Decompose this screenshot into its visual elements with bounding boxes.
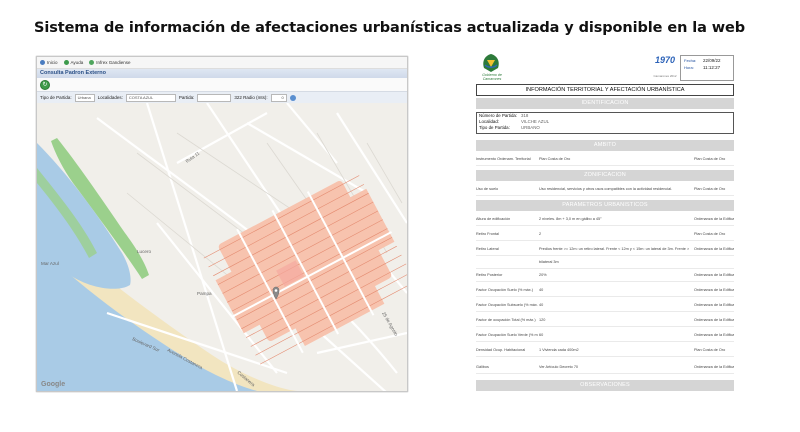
time-label: Hora: [684, 65, 694, 70]
row-source: Plan Costa de Oro [694, 157, 726, 161]
parametro-row: Densidad Ocup. Habitacional 1 Vivienda ca… [476, 345, 734, 357]
row-value: Ver Artículo Decreto 70 [539, 365, 579, 369]
row-label: Retiro Frontal [476, 232, 500, 236]
row-source: Plan Costa de Oro [694, 348, 726, 352]
row-label: Instrumento Ordenam. Territorial [476, 157, 531, 161]
parametro-row: Factor de ocupación Total (% máx.) 120 Ord… [476, 315, 734, 327]
row-label: Retiro Posterior [476, 273, 503, 277]
row-label: Gálibos [476, 365, 489, 369]
date-box: Fecha: 22/09/22 Hora: 11:12:27 [680, 55, 734, 81]
ident-label: Tipo de Partida: [479, 125, 510, 130]
row-source: Plan Costa de Oro [694, 187, 726, 191]
home-icon [40, 60, 45, 65]
row-value: 2 niveles. 8m + 3,0 m en gálibo a 45° [539, 217, 602, 221]
toolbar-home[interactable]: Inicio [40, 60, 58, 65]
identificacion-box: Número de Partida: 318 Localidad: VILCHE… [476, 112, 734, 134]
slide-title: Sistema de información de afectaciones u… [34, 20, 746, 36]
parametro-row: Altura de edificación 2 niveles. 8m + 3,0… [476, 214, 734, 226]
toolbar-help[interactable]: Ayuda [63, 60, 84, 65]
partida-input[interactable] [197, 93, 232, 102]
row-value: Predios frente >= 12m: un retiro lateral… [539, 247, 689, 251]
ident-value: URBANO [521, 125, 540, 130]
tipo-partida-select[interactable]: Urbana [74, 93, 95, 102]
parametro-row: Factor Ocupación Suelo Verde (% mín.) 60 O… [476, 330, 734, 342]
row-label: Uso de suelo [476, 187, 499, 191]
parametro-row: Factor Ocupación Suelo (% máx.) 40 Ordenan… [476, 285, 734, 297]
app-toolbar: Inicio Ayuda Infrex Gandiense [37, 57, 407, 69]
zoom-icon[interactable] [289, 94, 296, 101]
parametro-row: Gálibos Ver Artículo Decreto 70 Ordenanza … [476, 362, 734, 374]
row-source: Plan Costa de Oro [694, 232, 726, 236]
ambito-row: Instrumento Ordenam. Territorial Plan Co… [476, 154, 734, 166]
anniversary-logo: 1970 [654, 55, 676, 65]
date-label: Fecha: [684, 58, 697, 63]
map-application-window: Inicio Ayuda Infrex Gandiense Consulta P… [36, 56, 408, 392]
toolbar-help-label: Ayuda [70, 60, 84, 65]
row-label: Factor Ocupación Suelo (% máx.) [476, 288, 533, 292]
time-value: 11:12:27 [703, 65, 721, 70]
date-value: 22/09/22 [703, 58, 721, 63]
row-label: Retiro Lateral [476, 247, 499, 251]
street-label: Mar Azul [41, 261, 59, 266]
street-label: Lucero [137, 249, 151, 254]
row-value: 2 [539, 232, 542, 236]
partida-label: Partida: [178, 95, 195, 100]
section-ambito: AMBITO [476, 140, 734, 151]
section-parametros: PARAMETROS URBANISTICOS [476, 200, 734, 211]
localidades-select[interactable]: COSTA AZUL [125, 93, 176, 102]
row-label: Factor Ocupación Subsuelo (% máx.) [476, 303, 538, 307]
help-icon [63, 60, 69, 65]
row-value: 1 Vivienda cada 400m2 [539, 348, 579, 352]
row-label: Altura de edificación [476, 217, 511, 221]
radio-input[interactable]: 0 [270, 93, 287, 102]
row-value: Uso residencial, servicios y otros usos … [539, 187, 673, 191]
row-source: Ordenanza de la Edificac. [694, 365, 734, 369]
row-source: Ordenanza de la Edificac. [694, 273, 734, 277]
map-attribution: Google [41, 381, 66, 388]
parametro-row: Retiro Lateral Predios frente >= 12m: un … [476, 244, 734, 256]
row-label: Densidad Ocup. Habitacional [476, 348, 526, 352]
row-value: 40 [539, 288, 544, 292]
row-value: 60 [539, 333, 544, 337]
parametro-row: Retiro Frontal 2 Plan Costa de Oro [476, 229, 734, 241]
parametro-row: Retiro Posterior 20% Ordenanza de la Edifi… [476, 270, 734, 282]
row-source: Ordenanza de la Edificac. [694, 288, 734, 292]
zonificacion-row: Uso de suelo Uso residencial, servicios … [476, 184, 734, 196]
app-title: Consulta Padron Externo [37, 69, 407, 78]
row-value: 120 [539, 318, 546, 322]
parametro-row: Factor Ocupación Subsuelo (% máx.) 40 Orde… [476, 300, 734, 312]
info-icon [89, 60, 95, 65]
toolbar-home-label: Inicio [47, 60, 58, 65]
map-canvas[interactable]: Mar Azul Boulevard Sur Avenida Costanera… [37, 103, 407, 391]
row-label: Factor de ocupación Total (% máx.) [476, 318, 536, 322]
row-value: 40 [539, 303, 544, 307]
report-title: INFORMACIÓN TERRITORIAL Y AFECTACIÓN URB… [476, 84, 734, 96]
report-document: Gobierno de Camarones 1970 Camarones 201… [476, 52, 734, 394]
row-source: Ordenanza de la Edificac. [694, 303, 734, 307]
street-label: Pampa [197, 291, 212, 296]
refresh-button[interactable]: ↻ [40, 79, 50, 90]
tipo-partida-label: Tipo de Partida: [40, 95, 72, 100]
section-observaciones: OBSERVACIONES [476, 380, 734, 391]
localidades-label: Localidades: [97, 95, 123, 100]
radio-label: 322 Radio (mts): [234, 95, 268, 100]
ident-row: Tipo de Partida: URBANO [477, 125, 733, 131]
toolbar-info[interactable]: Infrex Gandiense [89, 60, 130, 65]
row-value: 20% [539, 273, 547, 277]
toolbar-info-label: Infrex Gandiense [96, 60, 131, 65]
row-source: Ordenanza de la Edificac. [694, 318, 734, 322]
row-value: bilateral 3m [539, 260, 559, 264]
refresh-icon: ↻ [42, 81, 48, 88]
parametro-row: bilateral 3m [476, 257, 734, 269]
row-label: Factor Ocupación Suelo Verde (% mín.) [476, 333, 538, 337]
section-identificacion: IDENTIFICACION [476, 98, 734, 109]
tool-row: ↻ [37, 78, 407, 91]
row-source: Ordenanza de la Edificac. [694, 333, 734, 337]
row-source: Ordenanza de la Edificac. [694, 247, 734, 251]
anniversary-logo-sub: Camarones 2012 [653, 74, 677, 78]
logo-left-text: Gobierno de Camarones [482, 73, 502, 81]
row-value: Plan Costa de Oro [539, 157, 571, 161]
row-source: Ordenanza de la Edificac. [694, 217, 734, 221]
section-zonificacion: ZONIFICACION [476, 170, 734, 181]
